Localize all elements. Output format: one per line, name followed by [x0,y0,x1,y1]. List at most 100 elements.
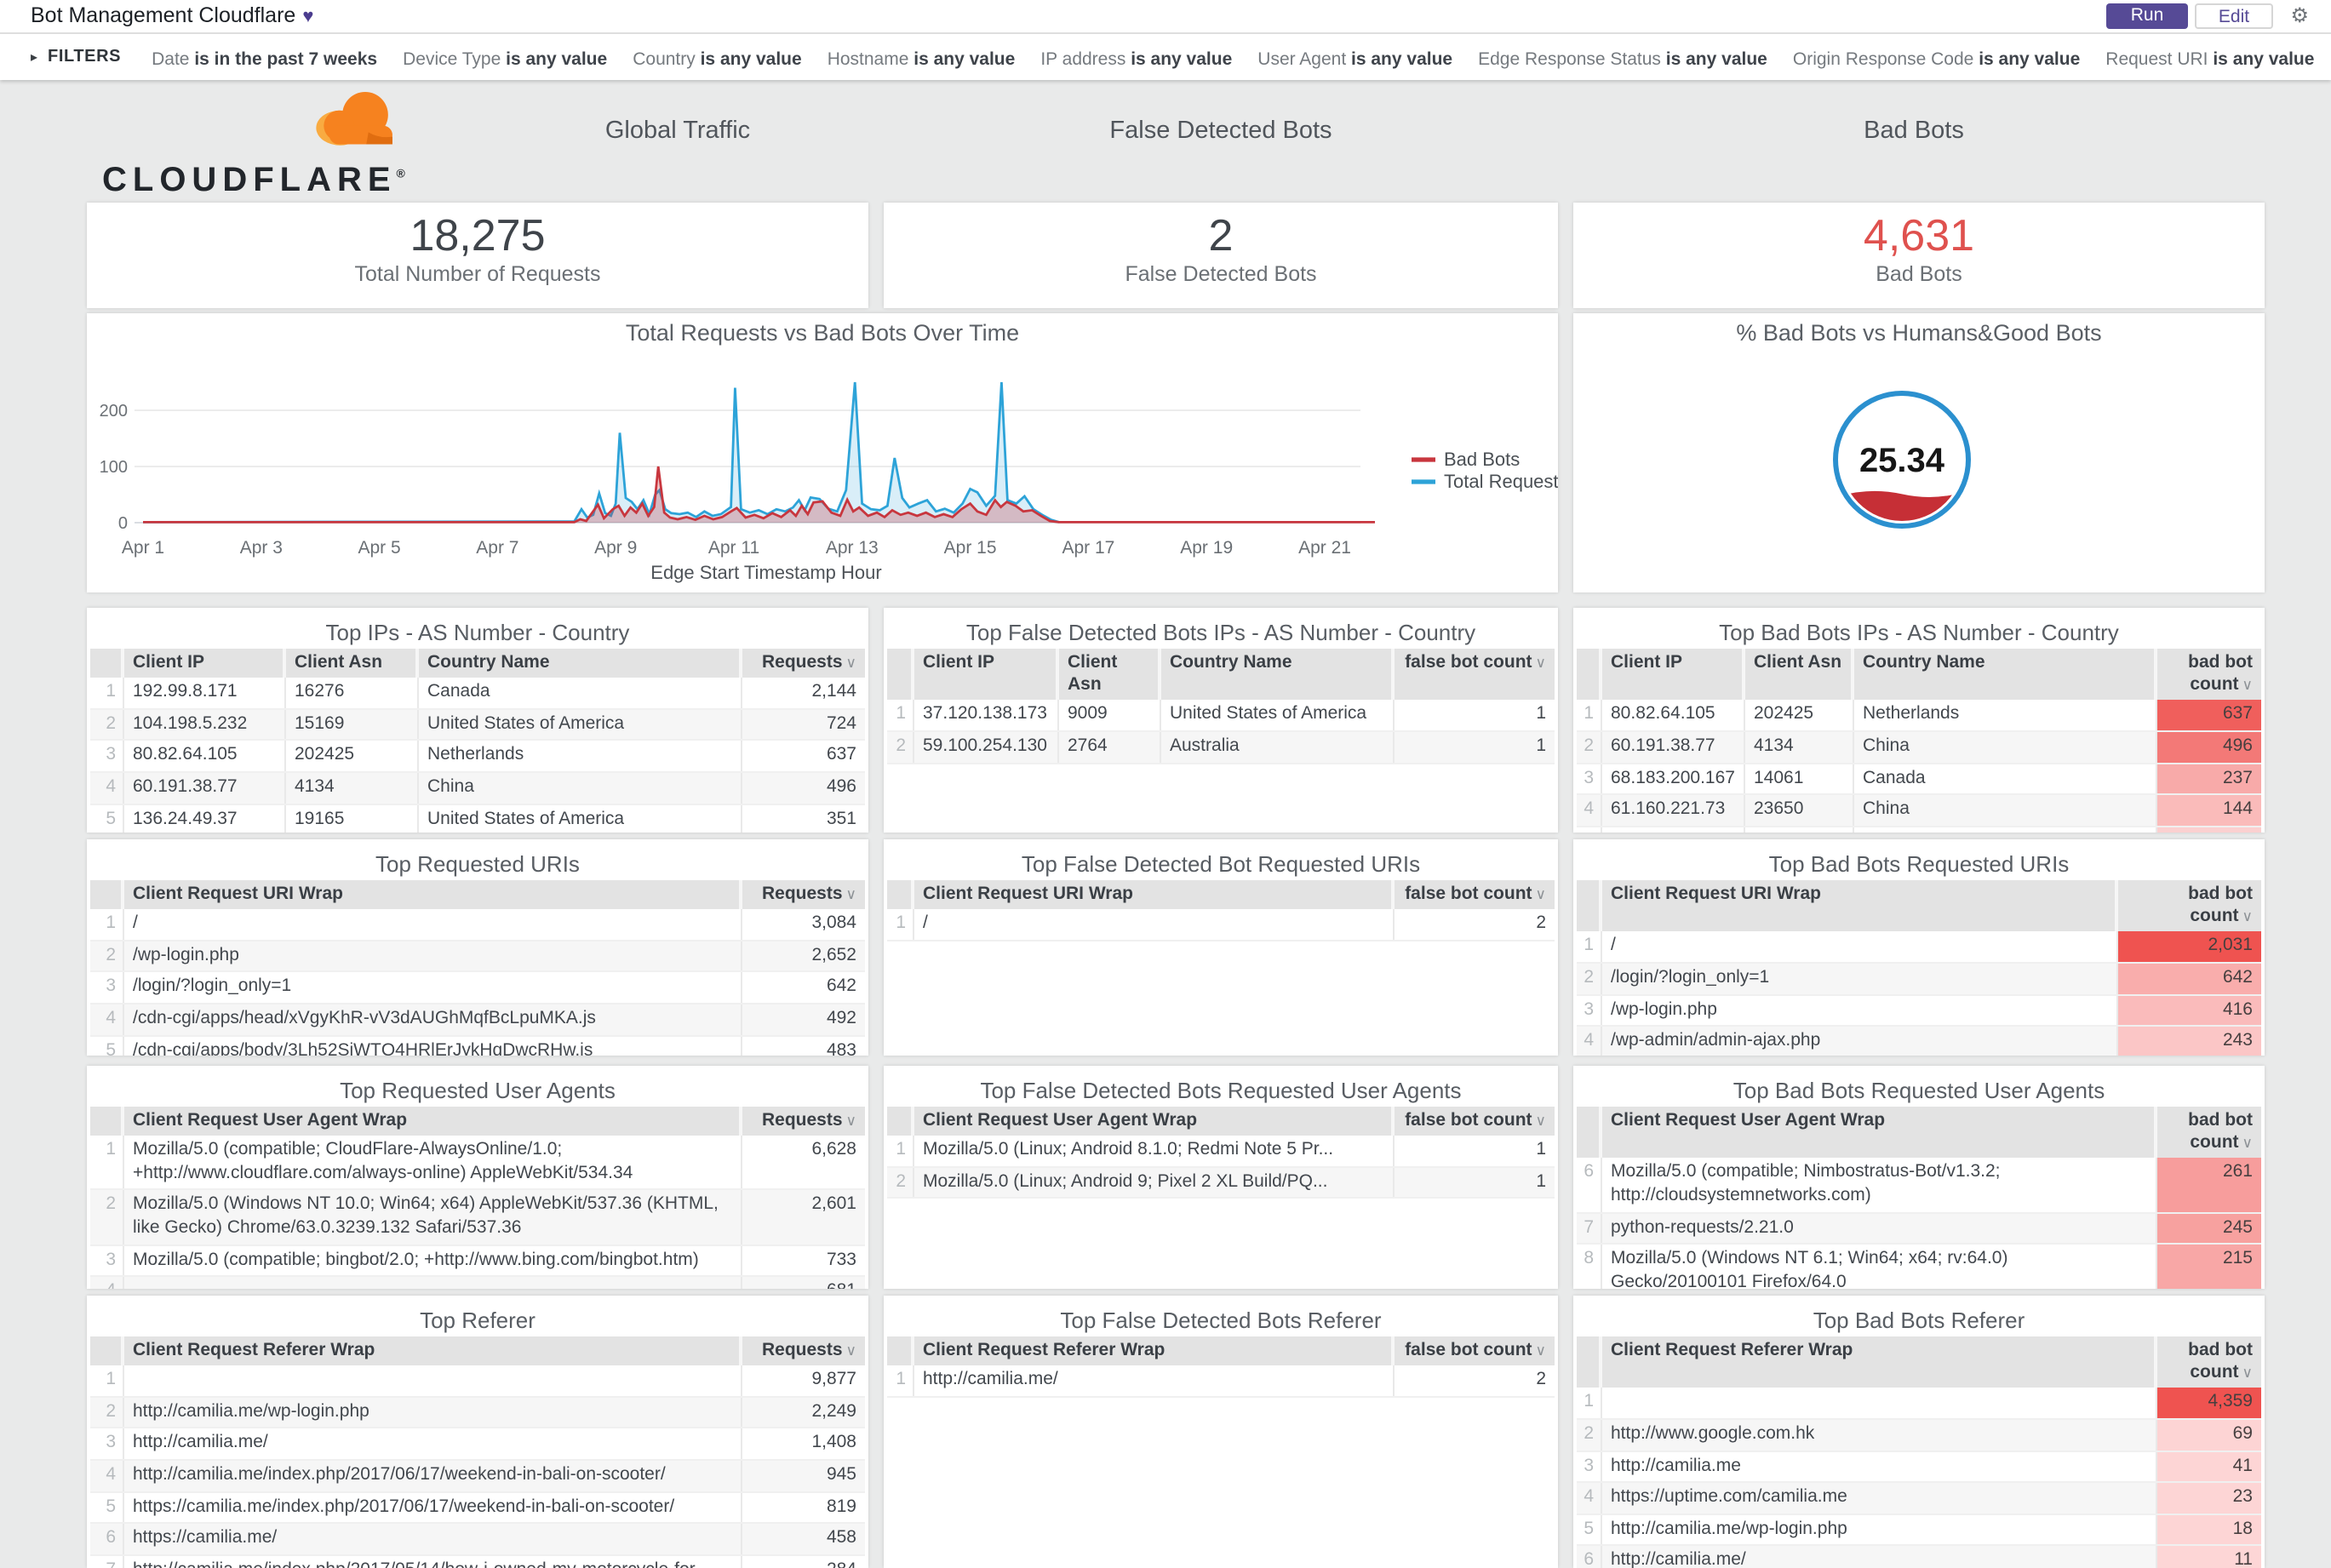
table-row[interactable]: 2 http://camilia.me/wp-login.php 2,249 [90,1397,865,1429]
column-header[interactable]: Client Request URI Wrap [1602,880,2118,932]
table-row[interactable]: 1/2,031 [1577,931,2261,964]
filters-expand-icon[interactable]: ▸ [31,49,37,65]
table-row[interactable]: 1 80.82.64.105 202425 Netherlands 637 [1577,700,2261,732]
legend-label[interactable]: Bad Bots [1444,449,1520,470]
filter-item[interactable]: Device Type is any value [403,49,607,69]
column-header[interactable]: Country Name [1161,649,1395,701]
column-header[interactable]: false bot count ∨ [1395,1336,1555,1365]
table-row[interactable]: 7 python-requests/2.21.0 245 [1577,1213,2261,1245]
table-row[interactable]: 1 Mozilla/5.0 (Linux; Android 8.1.0; Redm… [887,1136,1555,1168]
table-row[interactable]: 2/wp-login.php 2,652 [90,941,865,973]
table-row[interactable]: 1 Mozilla/5.0 (compatible; CloudFlare-Alw… [90,1136,865,1191]
table-row[interactable]: 3 68.183.200.167 14061 Canada 237 [1577,764,2261,796]
column-header[interactable]: bad bot count ∨ [2157,649,2261,701]
sort-desc-icon[interactable]: ∨ [1536,1112,1546,1129]
table-row[interactable]: 1 http://camilia.me/2 [887,1365,1555,1398]
column-header[interactable]: Client IP [914,649,1059,701]
gauge-pct-bad-bots[interactable]: % Bad Bots vs Humans&Good Bots 25.34 [1573,313,2265,592]
gear-icon[interactable]: ⚙ [2290,3,2309,29]
table-row[interactable]: 1 9,877 [90,1365,865,1398]
sort-desc-icon[interactable]: ∨ [1536,1342,1546,1359]
table-row[interactable]: 3 Mozilla/5.0 (compatible; bingbot/2.0; +… [90,1245,865,1278]
table-row[interactable]: 6 http://camilia.me/11 [1577,1546,2261,1568]
column-header[interactable]: false bot count ∨ [1395,880,1555,909]
sort-desc-icon[interactable]: ∨ [2242,1364,2253,1381]
edit-button[interactable]: Edit [2195,3,2273,29]
column-header[interactable]: bad bot count ∨ [2157,1107,2261,1159]
column-header[interactable]: false bot count ∨ [1395,1107,1555,1136]
column-header[interactable]: Client Asn [286,649,419,678]
column-header[interactable]: Client Request User Agent Wrap [124,1107,742,1136]
column-header[interactable]: false bot count ∨ [1395,649,1555,701]
table-row[interactable]: 6 Mozilla/5.0 (compatible; Nimbostratus-B… [1577,1158,2261,1214]
column-header[interactable]: bad bot count ∨ [2157,1336,2261,1388]
filter-item[interactable]: Request URI is any value [2105,49,2314,69]
table-row[interactable]: 5 [1577,827,2261,833]
sort-desc-icon[interactable]: ∨ [1536,885,1546,902]
table-row[interactable]: 2 59.100.254.130 2764 Australia 1 [887,731,1555,764]
table-row[interactable]: 2/login/?login_only=1 642 [1577,963,2261,996]
column-header[interactable]: Client Asn [1059,649,1161,701]
column-header[interactable]: Client Request User Agent Wrap [1602,1107,2157,1159]
table-row[interactable]: 4 http://camilia.me/index.php/2017/06/17/… [90,1461,865,1493]
sort-desc-icon[interactable]: ∨ [846,885,856,902]
run-button[interactable]: Run [2106,3,2188,29]
sort-desc-icon[interactable]: ∨ [846,1342,856,1359]
table-row[interactable]: 7http://camilia.me/index.php/2017/05/14/… [90,1555,865,1568]
filter-item[interactable]: Edge Response Status is any value [1478,49,1767,69]
table-row[interactable]: 1 37.120.138.173 9009 United States of Amer… [887,700,1555,732]
table-row[interactable]: 8 Mozilla/5.0 (Windows NT 6.1; Win64; x64… [1577,1245,2261,1289]
table-row[interactable]: 4/cdn-cgi/apps/head/xVgyKhR-vV3dAUGhMqfB… [90,1004,865,1037]
table-row[interactable]: 4 61.160.221.73 23650 China 144 [1577,795,2261,827]
table-row[interactable]: 3/login/?login_only=1 642 [90,972,865,1005]
sort-desc-icon[interactable]: ∨ [2242,676,2253,693]
table-row[interactable]: 2 Mozilla/5.0 (Linux; Android 9; Pixel 2 … [887,1167,1555,1199]
table-row[interactable]: 5 http://camilia.me/wp-login.php 18 [1577,1514,2261,1547]
column-header[interactable]: Client IP [124,649,286,678]
table-row[interactable]: 2 Mozilla/5.0 (Windows NT 10.0; Win64; x6… [90,1190,865,1246]
table-row[interactable]: 4/wp-admin/admin-ajax.php 243 [1577,1027,2261,1056]
column-header[interactable]: Requests ∨ [742,1107,865,1136]
filter-item[interactable]: Date is in the past 7 weeks [152,49,377,69]
column-header[interactable]: Country Name [419,649,742,678]
column-header[interactable]: Country Name [1854,649,2157,701]
table-row[interactable]: 5 https://camilia.me/index.php/2017/06/17… [90,1492,865,1525]
table-row[interactable]: 1 4,359 [1577,1388,2261,1420]
line-chart-svg[interactable]: Total Requests vs Bad Bots Over Time 0 100… [87,313,1558,592]
table-row[interactable]: 3 80.82.64.105 202425 Netherlands 637 [90,741,865,774]
sort-desc-icon[interactable]: ∨ [1536,654,1546,671]
line-chart-total-vs-bad-bots[interactable]: Total Requests vs Bad Bots Over Time 0 100… [87,313,1558,592]
filters-label[interactable]: FILTERS [48,48,121,66]
column-header[interactable]: Requests ∨ [742,880,865,909]
column-header[interactable]: Client Request Referer Wrap [914,1336,1395,1366]
column-header[interactable]: Client Request URI Wrap [124,880,742,910]
table-row[interactable]: 3 http://camilia.me/1,408 [90,1428,865,1462]
legend-label[interactable]: Total Requests [1444,471,1558,492]
table-row[interactable]: 5 136.24.49.37 19165 United States of Ameri… [90,804,865,833]
table-row[interactable]: 4 60.191.38.77 4134 China 496 [90,773,865,805]
table-row[interactable]: 1 192.99.8.171 16276 Canada 2,144 [90,678,865,710]
table-row[interactable]: 2 104.198.5.232 15169 United States of Amer… [90,709,865,741]
column-header[interactable]: Client Request Referer Wrap [1602,1336,2157,1388]
sort-desc-icon[interactable]: ∨ [846,654,856,671]
table-row[interactable]: 4 https://uptime.com/camilia.me 23 [1577,1483,2261,1515]
table-row[interactable]: 1/ 2 [887,909,1555,941]
table-row[interactable]: 4 681 [90,1277,865,1289]
column-header[interactable]: bad bot count ∨ [2118,880,2261,932]
table-row[interactable]: 3 http://camilia.me 41 [1577,1451,2261,1484]
table-row[interactable]: 2 http://www.google.com.hk 69 [1577,1419,2261,1452]
filter-item[interactable]: IP address is any value [1040,49,1232,69]
filter-item[interactable]: Country is any value [633,49,801,69]
column-header[interactable]: Client Request URI Wrap [914,880,1395,910]
table-row[interactable]: 2 60.191.38.77 4134 China 496 [1577,731,2261,764]
filter-item[interactable]: User Agent is any value [1257,49,1452,69]
sort-desc-icon[interactable]: ∨ [2242,907,2253,924]
filter-item[interactable]: Hostname is any value [828,49,1016,69]
column-header[interactable]: Client Request Referer Wrap [124,1336,742,1366]
column-header[interactable]: Requests ∨ [742,1336,865,1365]
column-header[interactable]: Requests ∨ [742,649,865,678]
column-header[interactable]: Client IP [1602,649,1745,701]
column-header[interactable]: Client Request User Agent Wrap [914,1107,1395,1136]
sort-desc-icon[interactable]: ∨ [2242,1134,2253,1151]
column-header[interactable]: Client Asn [1745,649,1854,701]
